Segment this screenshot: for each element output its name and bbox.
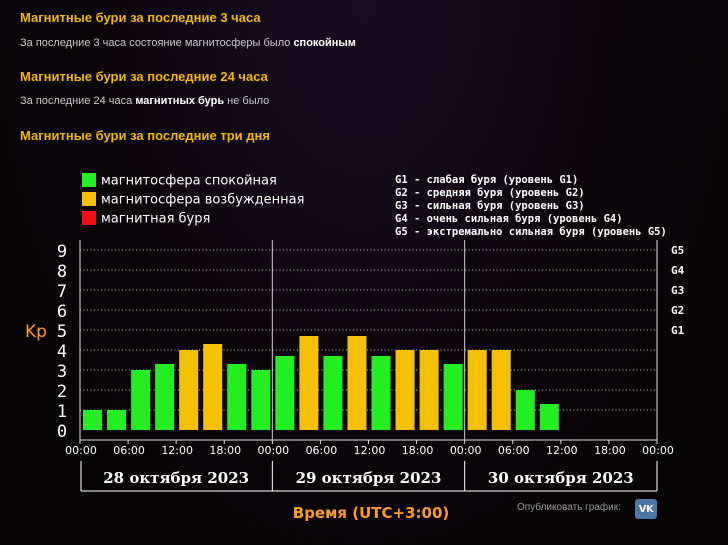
- x-tick-2-2: 12:00: [546, 444, 578, 457]
- x-tick-1-2: 12:00: [354, 444, 386, 457]
- day-label-1: 29 октября 2023: [296, 469, 442, 487]
- y-tick-5: 5: [57, 322, 67, 342]
- bar-14: [419, 350, 439, 430]
- bar-0: [83, 410, 103, 430]
- x-tick-3-0: 00:00: [642, 444, 674, 457]
- g-level-G4: G4: [671, 264, 685, 277]
- y-tick-3: 3: [57, 362, 67, 382]
- bar-9: [299, 336, 319, 430]
- g-level-G1: G1: [671, 324, 685, 337]
- y-tick-7: 7: [57, 282, 67, 302]
- y-tick-8: 8: [57, 262, 67, 282]
- x-tick-1-3: 18:00: [402, 444, 434, 457]
- x-tick-1-1: 06:00: [306, 444, 338, 457]
- bar-8: [275, 356, 295, 430]
- bar-15: [443, 364, 463, 430]
- legend-swatch-2: [82, 211, 96, 225]
- y-tick-9: 9: [57, 242, 67, 262]
- vk-icon[interactable]: VK: [635, 499, 657, 519]
- legend-label-2: магнитная буря: [101, 212, 210, 227]
- bar-1: [107, 410, 127, 430]
- legend-swatch-1: [82, 192, 96, 206]
- y-tick-6: 6: [57, 302, 67, 322]
- x-tick-0-0: 00:00: [65, 444, 97, 457]
- y-axis-label: Kp: [25, 322, 47, 342]
- vk-icon-text: VK: [638, 503, 654, 515]
- bar-2: [131, 370, 151, 430]
- g-legend-2: G3 - сильная буря (уровень G3): [395, 200, 585, 212]
- y-tick-1: 1: [57, 402, 67, 422]
- g-level-G5: G5: [671, 244, 684, 257]
- x-tick-2-1: 06:00: [498, 444, 530, 457]
- x-tick-1-0: 00:00: [257, 444, 289, 457]
- day-label-2: 30 октября 2023: [488, 469, 634, 487]
- bar-16: [467, 350, 487, 430]
- x-tick-0-1: 06:00: [113, 444, 145, 457]
- share-label: Опубликовать график:: [517, 502, 621, 513]
- bar-11: [347, 336, 367, 430]
- x-tick-0-3: 18:00: [209, 444, 241, 457]
- y-tick-4: 4: [57, 342, 67, 362]
- g-level-G2: G2: [671, 304, 684, 317]
- bar-6: [227, 364, 247, 430]
- bar-3: [155, 364, 175, 430]
- g-legend-4: G5 - экстремально сильная буря (уровень …: [395, 226, 667, 238]
- bar-5: [203, 344, 223, 430]
- x-tick-0-2: 12:00: [161, 444, 193, 457]
- bar-18: [515, 390, 535, 430]
- bar-4: [179, 350, 199, 430]
- y-tick-0: 0: [57, 422, 67, 442]
- x-tick-2-0: 00:00: [450, 444, 482, 457]
- bar-12: [371, 356, 391, 430]
- day-label-0: 28 октября 2023: [103, 469, 249, 487]
- bar-19: [539, 404, 559, 430]
- bar-7: [251, 370, 271, 430]
- x-axis-label: Время (UTC+3:00): [293, 504, 449, 522]
- y-tick-2: 2: [57, 382, 67, 402]
- g-legend-0: G1 - слабая буря (уровень G1): [395, 174, 578, 186]
- legend-swatch-0: [82, 173, 96, 187]
- legend-label-1: магнитосфера возбужденная: [101, 193, 304, 208]
- g-legend-1: G2 - средняя буря (уровень G2): [395, 187, 585, 199]
- x-tick-2-3: 18:00: [594, 444, 626, 457]
- bar-13: [395, 350, 415, 430]
- bar-17: [491, 350, 511, 430]
- bar-10: [323, 356, 343, 430]
- kp-chart: магнитосфера спокойная магнитосфера возбу…: [25, 173, 685, 522]
- g-legend-3: G4 - очень сильная буря (уровень G4): [395, 213, 623, 225]
- g-level-G3: G3: [671, 284, 684, 297]
- legend-label-0: магнитосфера спокойная: [101, 174, 277, 189]
